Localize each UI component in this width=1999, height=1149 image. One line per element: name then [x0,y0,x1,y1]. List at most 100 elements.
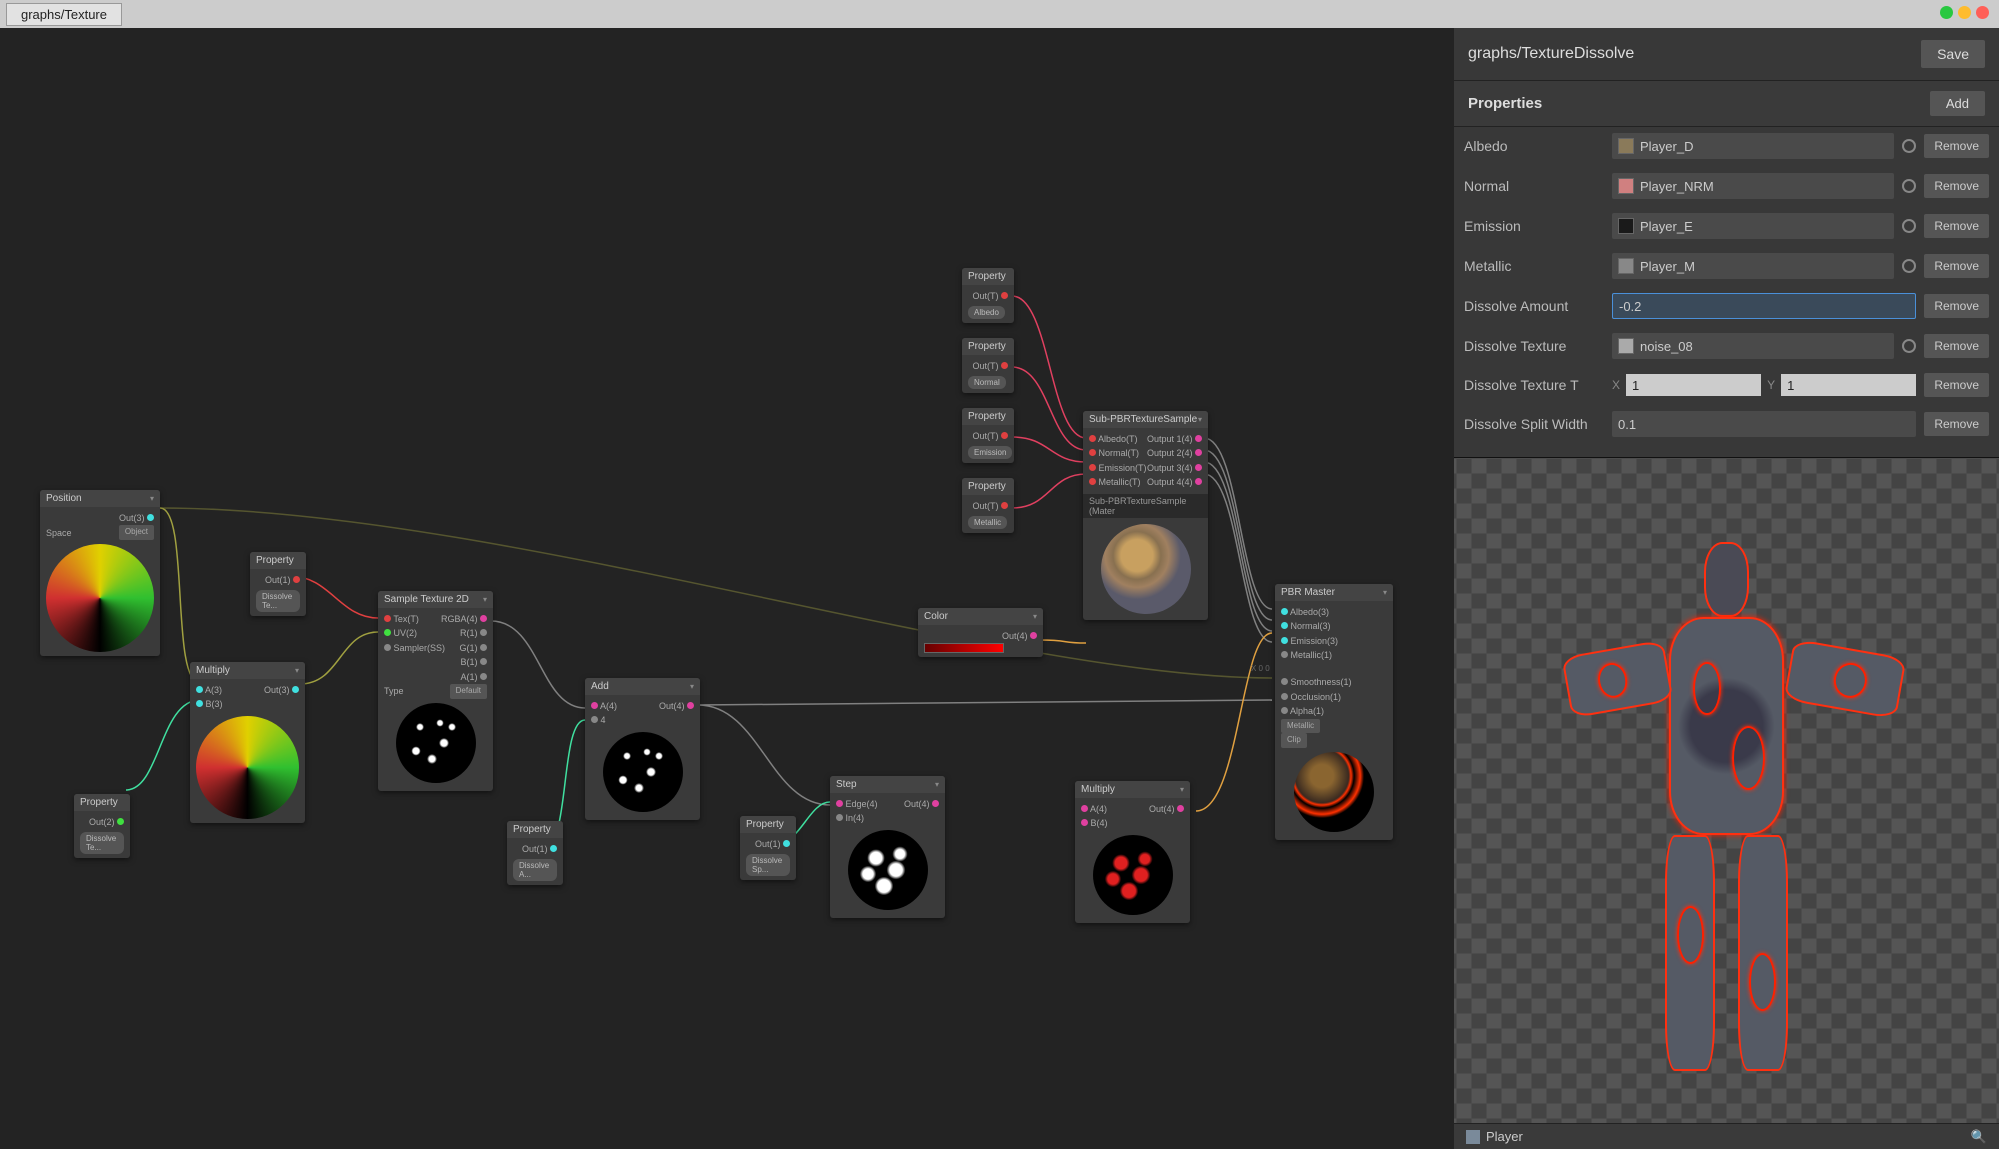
property-pill[interactable]: Dissolve Sp... [746,854,790,876]
remove-button[interactable]: Remove [1924,214,1989,238]
texture-field[interactable]: Player_D [1612,133,1894,159]
remove-button[interactable]: Remove [1924,412,1989,436]
input-port[interactable] [384,629,391,636]
output-port[interactable] [1195,435,1202,442]
output-port[interactable] [293,576,300,583]
object-picker-icon[interactable] [1902,179,1916,193]
chevron-down-icon[interactable]: ▾ [690,682,694,691]
enum-value[interactable]: Metallic [1281,719,1320,734]
output-port[interactable] [1177,805,1184,812]
chevron-down-icon[interactable]: ▾ [1198,415,1202,424]
enum-value[interactable]: Object [119,525,154,540]
node-multiply[interactable]: Multiply▾ A(3)Out(3) B(3) [190,662,305,823]
output-port[interactable] [1001,292,1008,299]
texture-field[interactable]: Player_E [1612,213,1894,239]
input-port[interactable] [384,644,391,651]
chevron-down-icon[interactable]: ▾ [295,666,299,675]
zoom-icon[interactable]: 🔍 [1971,1129,1987,1145]
output-port[interactable] [117,818,124,825]
output-port[interactable] [147,514,154,521]
node-color[interactable]: Color▾ Out(4) [918,608,1043,657]
node-sample-texture-2d[interactable]: Sample Texture 2D▾ Tex(T)RGBA(4) UV(2)R(… [378,591,493,791]
property-pill[interactable]: Normal [968,376,1006,389]
output-port[interactable] [480,629,487,636]
texture-field[interactable]: noise_08 [1612,333,1894,359]
node-graph-canvas[interactable]: Position▾ Out(3) SpaceObject Property Ou… [0,28,1454,1149]
input-port[interactable] [1281,622,1288,629]
number-field[interactable]: 0.1 [1612,411,1916,437]
property-pill[interactable]: Albedo [968,306,1005,319]
property-pill[interactable]: Dissolve A... [513,859,557,881]
output-port[interactable] [1001,432,1008,439]
remove-button[interactable]: Remove [1924,254,1989,278]
input-port[interactable] [591,716,598,723]
node-property[interactable]: Property Out(T) Metallic [962,478,1014,533]
input-port[interactable] [1281,608,1288,615]
remove-button[interactable]: Remove [1924,373,1989,397]
texture-field[interactable]: Player_M [1612,253,1894,279]
minimize-icon[interactable] [1940,6,1953,19]
enum-value[interactable]: Clip [1281,733,1307,748]
chevron-down-icon[interactable]: ▾ [1383,588,1387,597]
input-port[interactable] [836,814,843,821]
mesh-icon[interactable] [1466,1130,1480,1144]
add-button[interactable]: Add [1930,91,1985,116]
chevron-down-icon[interactable]: ▾ [1180,785,1184,794]
node-multiply[interactable]: Multiply▾ A(4)Out(4) B(4) [1075,781,1190,923]
node-position[interactable]: Position▾ Out(3) SpaceObject [40,490,160,656]
chevron-down-icon[interactable]: ▾ [483,595,487,604]
input-port[interactable] [1089,435,1096,442]
node-property[interactable]: Property Out(1) Dissolve A... [507,821,563,885]
object-picker-icon[interactable] [1902,139,1916,153]
node-property[interactable]: Property Out(T) Albedo [962,268,1014,323]
property-pill[interactable]: Emission [968,446,1012,459]
node-pbr-master[interactable]: PBR Master▾ Albedo(3) Normal(3) Emission… [1275,584,1393,840]
node-property[interactable]: Property Out(T) Emission [962,408,1014,463]
texture-field[interactable]: Player_NRM [1612,173,1894,199]
chevron-down-icon[interactable]: ▾ [1033,612,1037,621]
output-port[interactable] [1001,502,1008,509]
output-port[interactable] [1030,632,1037,639]
output-port[interactable] [1195,478,1202,485]
output-port[interactable] [1001,362,1008,369]
input-port[interactable] [1281,693,1288,700]
output-port[interactable] [932,800,939,807]
object-picker-icon[interactable] [1902,339,1916,353]
input-port[interactable] [1281,678,1288,685]
remove-button[interactable]: Remove [1924,334,1989,358]
output-port[interactable] [292,686,299,693]
output-port[interactable] [1195,449,1202,456]
input-port[interactable] [1281,707,1288,714]
output-port[interactable] [1195,464,1202,471]
save-button[interactable]: Save [1921,40,1985,68]
chevron-down-icon[interactable]: ▾ [150,494,154,503]
output-port[interactable] [687,702,694,709]
node-property[interactable]: Property Out(2) Dissolve Te... [74,794,130,858]
material-preview[interactable]: Player 🔍 [1454,457,1999,1149]
input-port[interactable] [591,702,598,709]
output-port[interactable] [480,658,487,665]
node-property[interactable]: Property Out(1) Dissolve Sp... [740,816,796,880]
input-port[interactable] [1089,464,1096,471]
input-port[interactable] [1089,478,1096,485]
output-port[interactable] [480,615,487,622]
close-icon[interactable] [1976,6,1989,19]
input-port[interactable] [1081,819,1088,826]
remove-button[interactable]: Remove [1924,294,1989,318]
number-field[interactable]: -0.2 [1612,293,1916,319]
chevron-down-icon[interactable]: ▾ [935,780,939,789]
node-step[interactable]: Step▾ Edge(4)Out(4) In(4) [830,776,945,918]
node-property[interactable]: Property Out(1) Dissolve Te... [250,552,306,616]
object-picker-icon[interactable] [1902,219,1916,233]
property-pill[interactable]: Metallic [968,516,1007,529]
node-subgraph[interactable]: Sub-PBRTextureSample▾ Albedo(T)Output 1(… [1083,411,1208,620]
object-picker-icon[interactable] [1902,259,1916,273]
input-port[interactable] [196,700,203,707]
output-port[interactable] [480,644,487,651]
window-tab[interactable]: graphs/Texture [6,3,122,26]
output-port[interactable] [550,845,557,852]
property-pill[interactable]: Dissolve Te... [80,832,124,854]
maximize-icon[interactable] [1958,6,1971,19]
remove-button[interactable]: Remove [1924,174,1989,198]
enum-value[interactable]: Default [450,684,487,699]
